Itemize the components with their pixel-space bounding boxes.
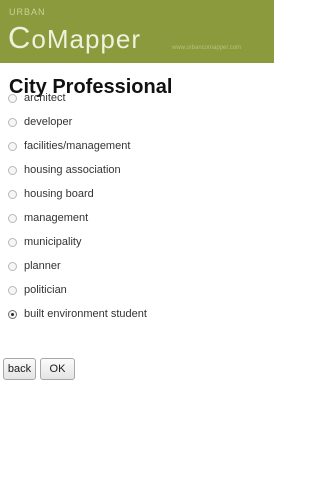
radio-button-selected[interactable] (8, 309, 17, 319)
radio-button[interactable] (8, 93, 17, 103)
option-politician[interactable]: politician (8, 282, 67, 298)
back-button[interactable]: back (3, 358, 36, 380)
radio-button[interactable] (8, 117, 17, 127)
option-label: facilities/management (24, 140, 131, 152)
option-developer[interactable]: developer (8, 114, 72, 130)
option-municipality[interactable]: municipality (8, 234, 81, 250)
option-label: architect (24, 92, 66, 104)
option-label: housing association (24, 164, 121, 176)
option-facilities-management[interactable]: facilities/management (8, 138, 130, 154)
brand-tagline: www.urbancomapper.com (172, 45, 242, 51)
radio-button[interactable] (8, 141, 17, 151)
radio-button[interactable] (8, 237, 17, 247)
app-logo: CoMapper (8, 21, 141, 56)
brand-prefix: URBAN (9, 7, 46, 17)
option-label: housing board (24, 188, 94, 200)
ok-button[interactable]: OK (40, 358, 75, 380)
radio-button[interactable] (8, 165, 17, 175)
option-label: built environment student (24, 308, 147, 320)
radio-button[interactable] (8, 285, 17, 295)
option-label: politician (24, 284, 67, 296)
option-label: planner (24, 260, 61, 272)
app-screen: URBAN CoMapper www.urbancomapper.com Cit… (0, 0, 274, 492)
logo-rest: oMapper (31, 24, 142, 54)
option-label: municipality (24, 236, 82, 248)
option-management[interactable]: management (8, 210, 88, 226)
option-built-environment-student[interactable]: built environment student (8, 306, 147, 322)
radio-button[interactable] (8, 213, 17, 223)
logo-initial: C (8, 20, 32, 55)
option-label: developer (24, 116, 73, 128)
option-housing-association[interactable]: housing association (8, 162, 121, 178)
app-header: URBAN CoMapper www.urbancomapper.com (0, 0, 274, 63)
option-architect[interactable]: architect (8, 90, 66, 106)
option-planner[interactable]: planner (8, 258, 61, 274)
radio-button[interactable] (8, 261, 17, 271)
option-housing-board[interactable]: housing board (8, 186, 94, 202)
radio-button[interactable] (8, 189, 17, 199)
option-label: management (24, 212, 89, 224)
